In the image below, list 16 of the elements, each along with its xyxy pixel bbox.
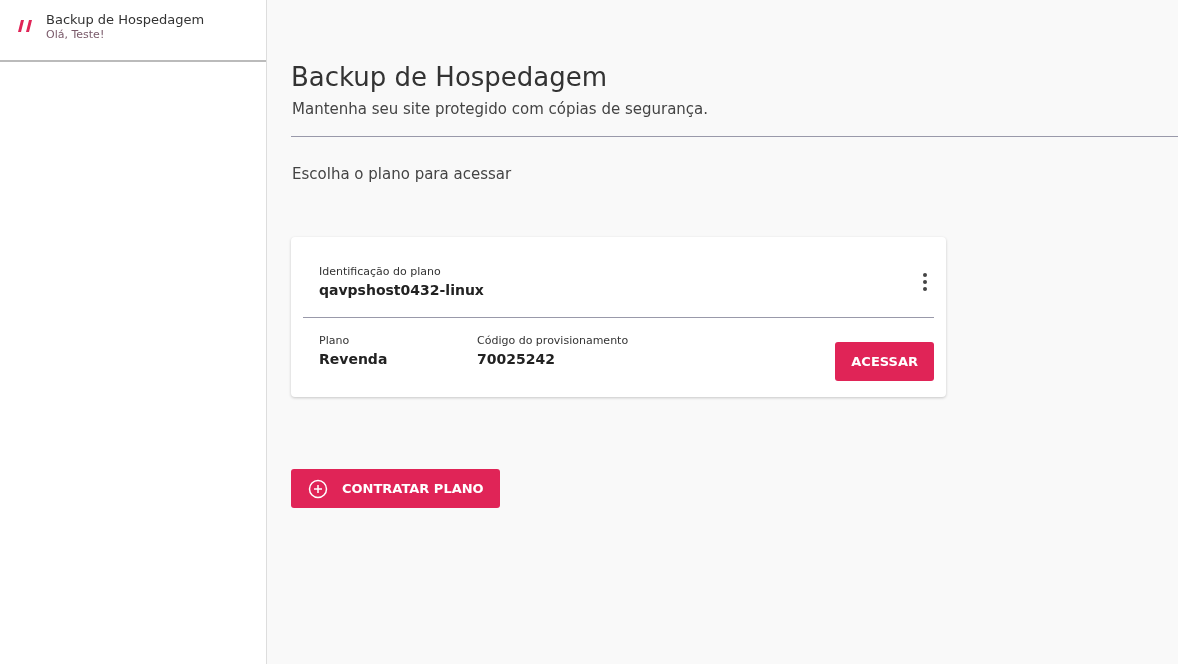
logo-icon — [17, 19, 34, 33]
field-value: 70025242 — [477, 351, 556, 367]
prompt-text: Escolha o plano para acessar — [292, 165, 513, 183]
hire-plan-button[interactable]: CONTRATAR PLANO — [291, 469, 500, 508]
page-subtitle: Mantenha seu site protegido com cópias de segurança. — [292, 100, 710, 118]
app-title: Backup de Hospedagem — [46, 12, 205, 27]
plan-id: qavpshost0432-linux — [319, 282, 484, 298]
field-value: Revenda — [319, 351, 389, 367]
greeting: Olá, Teste! — [46, 28, 106, 41]
field-label: Código do provisionamento — [477, 334, 630, 347]
more-options-icon[interactable] — [922, 271, 928, 292]
plus-circle-icon — [308, 478, 328, 499]
page-title: Backup de Hospedagem — [291, 62, 609, 92]
field-label: Identificação do plano — [319, 265, 442, 278]
field-label: Plano — [319, 334, 351, 347]
access-button[interactable]: ACESSAR — [835, 342, 934, 381]
